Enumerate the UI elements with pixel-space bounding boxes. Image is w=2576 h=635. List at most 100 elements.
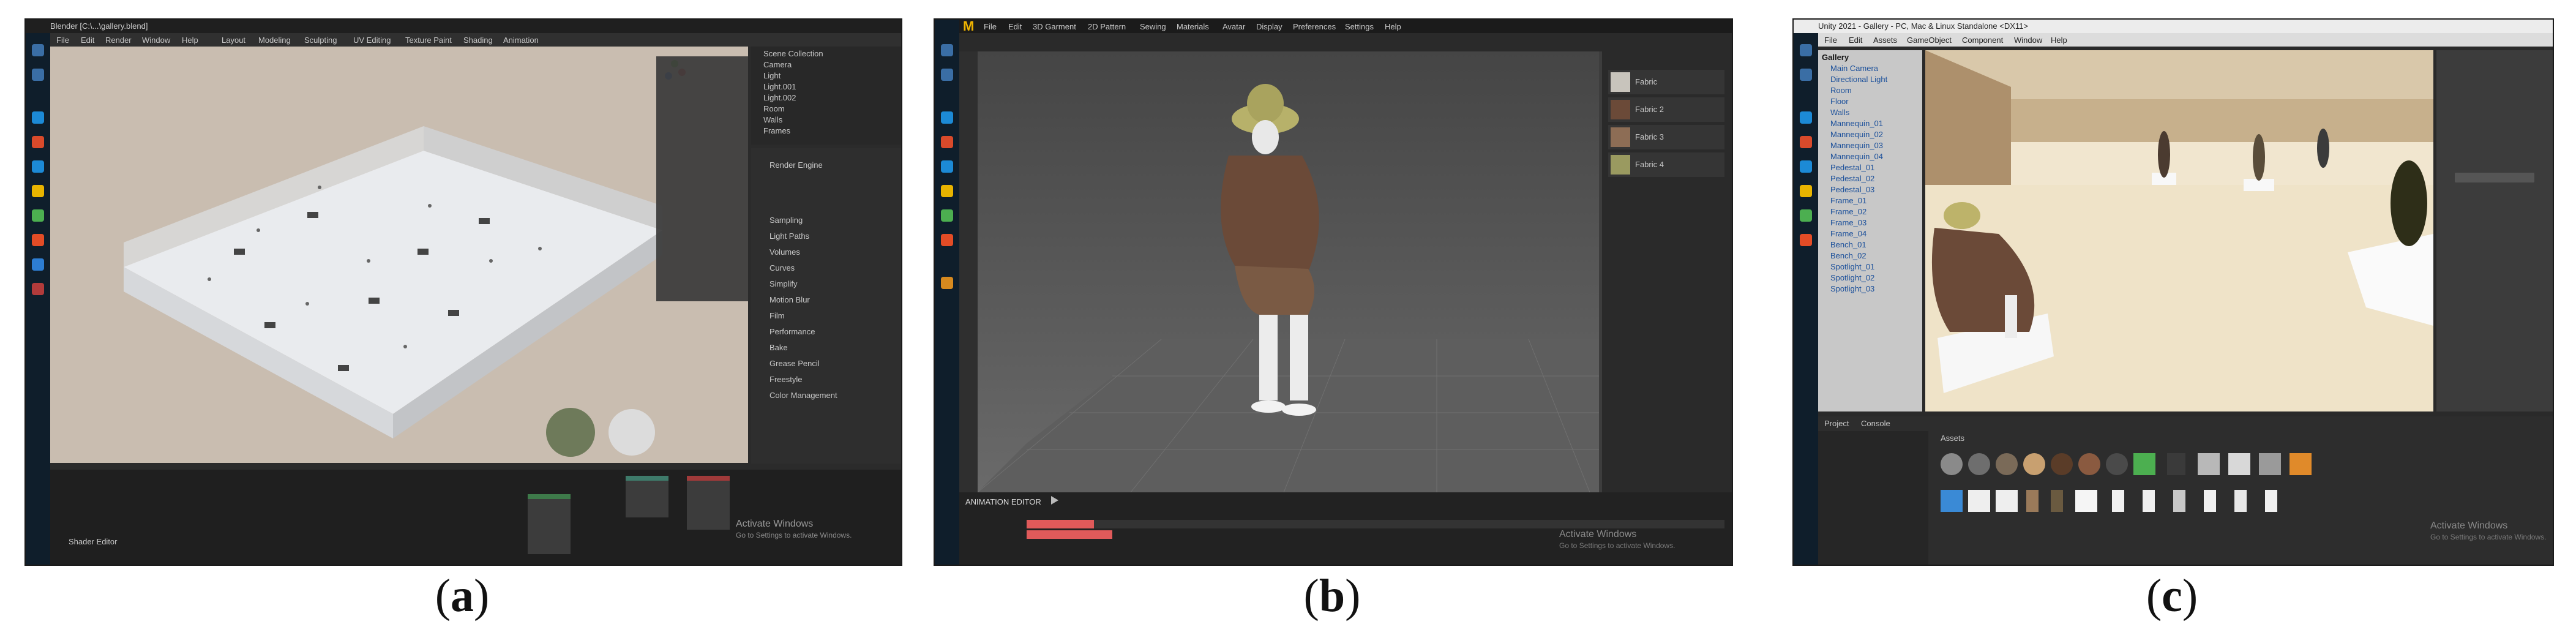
menu-render[interactable]: Render bbox=[105, 36, 132, 45]
hierarchy-item[interactable]: Mannequin_01 bbox=[1830, 119, 1883, 128]
outliner-item[interactable]: Frames bbox=[763, 126, 790, 135]
outliner-item[interactable]: Walls bbox=[763, 115, 782, 124]
menu-help[interactable]: Help bbox=[182, 36, 198, 45]
hierarchy-item[interactable]: Bench_01 bbox=[1830, 240, 1866, 249]
property-section[interactable]: Color Management bbox=[769, 391, 837, 400]
menu-preferences[interactable]: Preferences bbox=[1293, 22, 1336, 31]
hierarchy-item[interactable]: Bench_02 bbox=[1830, 251, 1866, 260]
app-logo[interactable]: M bbox=[963, 20, 974, 34]
menu-edit[interactable]: Edit bbox=[81, 36, 94, 45]
material-item[interactable]: Fabric bbox=[1608, 70, 1724, 94]
material-item[interactable]: Fabric 4 bbox=[1608, 152, 1724, 177]
property-section[interactable]: Light Paths bbox=[769, 231, 809, 241]
outliner-item[interactable]: Room bbox=[763, 104, 785, 113]
shader-node[interactable] bbox=[626, 476, 668, 517]
hierarchy-item[interactable]: Pedestal_02 bbox=[1830, 174, 1874, 183]
3d-garment-viewport[interactable] bbox=[977, 51, 1599, 493]
shader-node[interactable] bbox=[687, 476, 730, 530]
workspace-animation[interactable]: Animation bbox=[503, 36, 539, 45]
menu-file[interactable]: File bbox=[56, 36, 69, 45]
scene-view[interactable] bbox=[1925, 50, 2433, 411]
outliner-item[interactable]: Light.002 bbox=[763, 93, 796, 102]
outliner-item[interactable]: Scene Collection bbox=[763, 49, 823, 58]
hierarchy-item[interactable]: Mannequin_04 bbox=[1830, 152, 1883, 161]
3d-viewport[interactable] bbox=[50, 47, 748, 463]
menu-help[interactable]: Help bbox=[1385, 22, 1401, 31]
tab-console[interactable]: Console bbox=[1861, 419, 1890, 428]
property-section[interactable]: Grease Pencil bbox=[769, 359, 820, 368]
hierarchy-item[interactable]: Gallery bbox=[1822, 53, 1849, 62]
menu-3d-garment[interactable]: 3D Garment bbox=[1033, 22, 1076, 31]
menu-edit[interactable]: Edit bbox=[1849, 36, 1862, 45]
animation-editor[interactable]: ANIMATION EDITOR Activate Windows Go to … bbox=[959, 492, 1732, 565]
object-browser: Fabric Fabric 2 Fabric 3 Fabric 4 bbox=[1602, 33, 1732, 492]
workspace-shading[interactable]: Shading bbox=[463, 36, 493, 45]
window-title: Blender [C:\...\gallery.blend] bbox=[26, 20, 901, 33]
property-section[interactable]: Film bbox=[769, 311, 785, 320]
menu-sewing[interactable]: Sewing bbox=[1140, 22, 1166, 31]
hierarchy-item[interactable]: Pedestal_03 bbox=[1830, 185, 1874, 194]
menu-help[interactable]: Help bbox=[2051, 36, 2067, 45]
menu-materials[interactable]: Materials bbox=[1177, 22, 1209, 31]
asset-thumbnails[interactable] bbox=[1941, 453, 2540, 527]
play-button[interactable] bbox=[1051, 496, 1058, 505]
outliner-item[interactable]: Camera bbox=[763, 60, 792, 69]
menu-window[interactable]: Window bbox=[142, 36, 170, 45]
menu-2d-pattern[interactable]: 2D Pattern bbox=[1088, 22, 1126, 31]
hierarchy-item[interactable]: Main Camera bbox=[1830, 64, 1878, 73]
hierarchy-item[interactable]: Mannequin_02 bbox=[1830, 130, 1883, 139]
menu-edit[interactable]: Edit bbox=[1008, 22, 1022, 31]
material-item[interactable]: Fabric 2 bbox=[1608, 97, 1724, 122]
menu-display[interactable]: Display bbox=[1256, 22, 1282, 31]
outliner-item[interactable]: Light bbox=[763, 71, 781, 80]
timeline-track[interactable] bbox=[1027, 520, 1724, 528]
menu-avatar[interactable]: Avatar bbox=[1222, 22, 1245, 31]
property-section[interactable]: Volumes bbox=[769, 247, 800, 257]
hierarchy-item[interactable]: Frame_02 bbox=[1830, 207, 1866, 216]
hierarchy-item[interactable]: Frame_04 bbox=[1830, 229, 1866, 238]
menu-file[interactable]: File bbox=[984, 22, 997, 31]
hierarchy-item[interactable]: Mannequin_03 bbox=[1830, 141, 1883, 150]
property-section[interactable]: Sampling bbox=[769, 216, 803, 225]
menu-component[interactable]: Component bbox=[1962, 36, 2003, 45]
menu-assets[interactable]: Assets bbox=[1873, 36, 1897, 45]
keyframe-bar[interactable] bbox=[1027, 530, 1112, 539]
hierarchy-item[interactable]: Spotlight_03 bbox=[1830, 284, 1874, 293]
workspace-texture[interactable]: Texture Paint bbox=[405, 36, 452, 45]
hierarchy-item[interactable]: Floor bbox=[1830, 97, 1849, 106]
hierarchy-item[interactable]: Frame_03 bbox=[1830, 218, 1866, 227]
menu-gameobject[interactable]: GameObject bbox=[1907, 36, 1952, 45]
hierarchy-item[interactable]: Spotlight_01 bbox=[1830, 262, 1874, 271]
hierarchy-item[interactable]: Pedestal_01 bbox=[1830, 163, 1874, 172]
hierarchy-item[interactable]: Spotlight_02 bbox=[1830, 273, 1874, 282]
property-section[interactable]: Freestyle bbox=[769, 375, 802, 384]
property-section[interactable]: Render Engine bbox=[769, 160, 823, 170]
material-item[interactable]: Fabric 3 bbox=[1608, 125, 1724, 149]
property-section[interactable]: Performance bbox=[769, 327, 815, 336]
shader-node[interactable] bbox=[528, 494, 571, 554]
hierarchy-item[interactable]: Directional Light bbox=[1830, 75, 1887, 84]
assets-breadcrumb[interactable]: Assets bbox=[1941, 434, 1964, 443]
menu-window[interactable]: Window bbox=[2014, 36, 2042, 45]
property-section[interactable]: Curves bbox=[769, 263, 795, 272]
add-component-button[interactable] bbox=[2455, 173, 2534, 182]
windows-taskbar bbox=[1794, 20, 1818, 565]
panel-a-blender: Blender [C:\...\gallery.blend] File Edit… bbox=[24, 18, 902, 566]
hierarchy-item[interactable]: Walls bbox=[1830, 108, 1849, 117]
workspace-uv[interactable]: UV Editing bbox=[353, 36, 391, 45]
hierarchy-item[interactable]: Frame_01 bbox=[1830, 196, 1866, 205]
property-section[interactable]: Simplify bbox=[769, 279, 798, 288]
property-section[interactable]: Bake bbox=[769, 343, 788, 352]
workspace-layout[interactable]: Layout bbox=[222, 36, 245, 45]
workspace-modeling[interactable]: Modeling bbox=[258, 36, 291, 45]
menu-file[interactable]: File bbox=[1824, 36, 1837, 45]
hierarchy-item[interactable]: Room bbox=[1830, 86, 1852, 95]
outliner-item[interactable]: Light.001 bbox=[763, 82, 796, 91]
menu-settings[interactable]: Settings bbox=[1345, 22, 1374, 31]
workspace-sculpting[interactable]: Sculpting bbox=[304, 36, 337, 45]
property-section[interactable]: Motion Blur bbox=[769, 295, 810, 304]
keyframe-bar[interactable] bbox=[1027, 520, 1094, 528]
shader-editor[interactable]: Shader Editor Activate Windows Go to Set… bbox=[50, 470, 901, 565]
tab-project[interactable]: Project bbox=[1824, 419, 1849, 428]
caption-b: (b) bbox=[1303, 570, 1361, 622]
